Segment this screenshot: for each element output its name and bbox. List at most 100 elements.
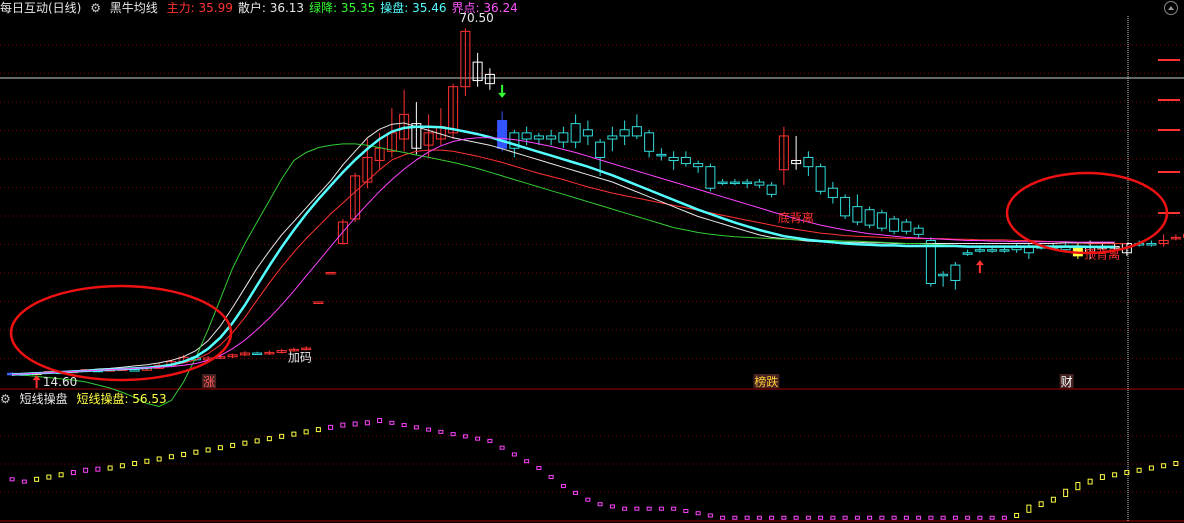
indicator-name[interactable]: 黑牛均线 [110,1,158,15]
circle-left [9,284,233,382]
candle-body [742,181,753,185]
sub-marker [217,445,223,451]
sub-marker [977,515,983,520]
sub-marker [658,506,664,511]
candle-body [803,156,814,168]
indicator-field: 操盘: 35.46 [380,1,447,15]
sub-marker [965,515,971,520]
sub-marker [560,484,566,489]
sub-marker [879,515,885,520]
sub-marker [413,425,419,430]
gear-icon[interactable]: ⚙ [90,1,101,15]
candle-body [840,196,851,217]
sub-marker [230,442,236,448]
sub-field-value: 56.53 [132,392,167,406]
candle-body [876,212,887,229]
sub-header: ⚙ 短线操盘 短线操盘: 56.53 [0,391,172,407]
sub-marker [536,466,542,471]
sub-marker [940,515,946,520]
sub-marker [499,445,505,450]
sub-marker [720,515,726,520]
candle-body [533,135,544,140]
sub-marker [254,438,260,444]
candle-body [644,132,655,152]
sub-marker [401,423,407,428]
sub-marker [450,432,456,437]
sub-marker [903,515,909,520]
candle-body [558,132,569,143]
chart-annotation: 14.60 [43,375,77,389]
candle-body [962,252,973,255]
sub-marker [548,475,554,480]
sub-marker [1112,472,1118,478]
candle-body [901,221,912,232]
sub-marker [683,508,689,513]
sub-marker [524,459,530,464]
sub-marker [83,467,89,473]
candle-body [827,187,838,198]
sub-marker [168,454,174,460]
gear-icon[interactable]: ⚙ [0,392,11,406]
sub-marker [156,456,162,462]
sub-marker [1099,474,1105,480]
stock-title[interactable]: 每日互动(日线) [0,1,81,15]
sub-marker [707,513,713,518]
candle-body [607,135,618,140]
sub-marker [842,515,848,520]
candle-body [754,181,765,186]
sub-marker [1063,488,1069,497]
sub-marker [989,515,995,520]
circle-right [1005,171,1169,255]
candle-body [656,153,667,157]
sub-marker [107,465,113,471]
sub-marker [805,515,811,520]
sub-marker [352,421,358,427]
candle-body [852,206,863,223]
window-button[interactable] [1164,1,1178,15]
indicator-field: 绿降: 35.35 [309,1,376,15]
ma-line-绿降 [12,143,1115,408]
sub-marker [303,429,309,435]
sub-marker [1014,512,1020,518]
candle-body [864,209,875,226]
sub-marker [1148,465,1154,471]
candle-body [950,264,961,281]
sub-marker [340,422,346,428]
candle-body [680,156,691,165]
sub-marker [1173,461,1179,466]
sub-marker [364,420,370,426]
sub-marker [585,497,591,502]
sub-marker [622,506,628,511]
sub-marker [438,429,444,434]
sub-marker [58,472,64,478]
sub-marker [1050,496,1056,503]
ma-line-主力 [12,149,1127,375]
sub-marker [1038,501,1044,508]
chart-annotation: 加码 [288,351,312,365]
candle-body [631,126,642,137]
candle-body [913,227,924,235]
sub-marker [781,515,787,520]
ma-line-散户 [12,122,1115,376]
candle-body [1072,246,1083,257]
candle-body [815,166,826,192]
sub-marker [1087,478,1093,485]
sub-marker [744,515,750,520]
sub-marker [34,476,40,482]
sub-marker [377,418,383,424]
sub-indicator-name[interactable]: 短线操盘 [20,392,68,406]
sub-marker [389,420,395,425]
sub-marker [695,511,701,516]
indicator-field: 主力: 35.99 [166,1,233,15]
candle-body [705,166,716,189]
sub-marker [144,458,150,464]
sub-marker [916,515,922,520]
chart-canvas: 70.5014.60加码底背离顶背离涨 榜跌财 [0,11,1184,522]
sub-marker [205,447,211,453]
sub-marker [487,438,493,443]
sub-marker [426,427,432,432]
sub-marker [1001,515,1007,520]
candle-body [717,181,728,185]
candle-body [999,249,1010,252]
candle-body [729,181,740,185]
